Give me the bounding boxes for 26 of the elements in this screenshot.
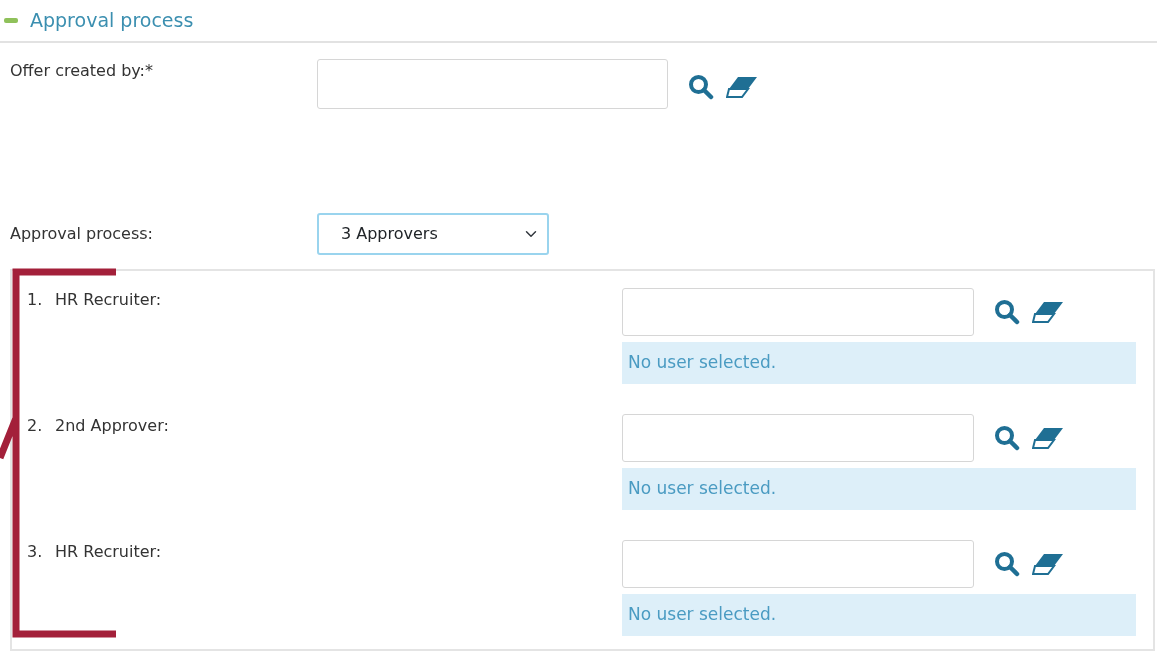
approver-label: HR Recruiter: — [55, 541, 163, 563]
step-number: 2. — [27, 415, 44, 437]
eraser-icon[interactable] — [1032, 301, 1064, 323]
approval-dropdown[interactable]: 3 Approvers — [317, 213, 549, 255]
step-number: 1. — [27, 289, 44, 311]
search-icon[interactable] — [688, 74, 714, 100]
field-label: Approval process: — [10, 223, 154, 245]
search-icon[interactable] — [994, 551, 1020, 577]
input-field[interactable] — [622, 540, 974, 588]
step-number: 3. — [27, 541, 44, 563]
input-field[interactable] — [317, 59, 668, 109]
eraser-icon[interactable] — [726, 76, 758, 98]
approver-label: 2nd Approver: — [55, 415, 170, 437]
status-message: No user selected. — [622, 594, 1136, 636]
approver-label: HR Recruiter: — [55, 289, 163, 311]
section-title: Approval process — [30, 8, 194, 34]
collapse-toggle[interactable] — [4, 18, 18, 23]
input-field[interactable] — [622, 414, 974, 462]
status-message: No user selected. — [622, 342, 1136, 384]
search-icon[interactable] — [994, 299, 1020, 325]
search-icon[interactable] — [994, 425, 1020, 451]
field-label: Offer created by:* — [10, 60, 154, 82]
status-message: No user selected. — [622, 468, 1136, 510]
input-field[interactable] — [622, 288, 974, 336]
eraser-icon[interactable] — [1032, 427, 1064, 449]
eraser-icon[interactable] — [1032, 553, 1064, 575]
